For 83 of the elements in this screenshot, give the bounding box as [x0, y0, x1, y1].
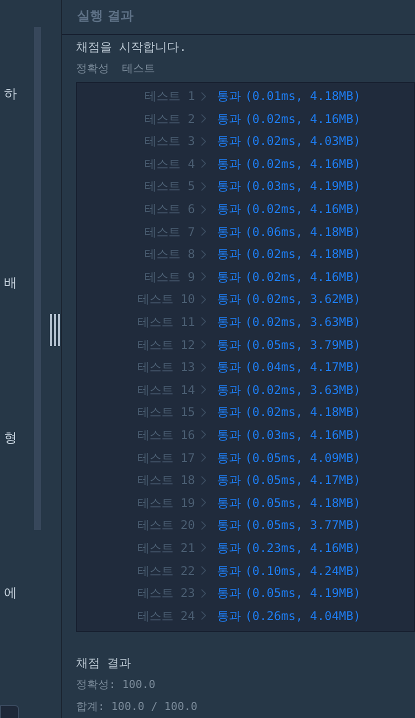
- chevron-right-icon: [201, 566, 206, 576]
- test-result: 통과: [217, 382, 241, 399]
- chevron-right-icon: [201, 204, 206, 214]
- chevron-right-icon: [201, 250, 206, 259]
- test-result: 통과: [217, 562, 241, 580]
- test-result: 통과: [217, 450, 241, 467]
- test-metrics: (0.05ms, 4.18MB): [245, 494, 361, 512]
- test-result: 통과: [217, 472, 241, 490]
- cut-off-text: 에: [4, 585, 17, 603]
- test-result: 통과: [217, 314, 241, 331]
- accuracy-score: 정확성: 100.0: [76, 677, 156, 693]
- chevron-right-icon: [201, 385, 206, 394]
- chevron-right-icon: [201, 159, 206, 168]
- test-result: 통과: [217, 246, 241, 264]
- test-metrics: (0.02ms, 4.16MB): [245, 201, 361, 218]
- cut-off-text: 하: [4, 86, 17, 104]
- test-metrics: (0.23ms, 4.16MB): [245, 540, 361, 557]
- test-result: 통과: [217, 201, 241, 218]
- test-metrics: (0.06ms, 4.18MB): [245, 224, 361, 241]
- test-result: 통과: [217, 110, 241, 128]
- test-metrics: (0.02ms, 4.16MB): [245, 110, 361, 128]
- chevron-right-icon: [201, 182, 206, 191]
- console-message: 채점을 시작합니다.: [76, 38, 188, 56]
- test-metrics: (0.02ms, 3.63MB): [245, 382, 361, 399]
- chevron-right-icon: [201, 430, 206, 440]
- test-metrics: (0.03ms, 4.16MB): [245, 426, 361, 444]
- test-metrics: (0.05ms, 4.09MB): [245, 450, 361, 467]
- test-result: 통과: [217, 336, 241, 354]
- test-result: 통과: [217, 404, 241, 422]
- test-metrics: (0.03ms, 4.19MB): [245, 178, 361, 196]
- test-result: 통과: [217, 133, 241, 150]
- chevron-right-icon: [201, 453, 206, 462]
- test-metrics: (0.05ms, 3.77MB): [245, 517, 361, 534]
- chevron-right-icon: [201, 114, 206, 124]
- chevron-right-icon: [201, 92, 206, 101]
- test-result: 통과: [217, 88, 241, 106]
- chevron-right-icon: [201, 136, 206, 146]
- chevron-right-icon: [201, 543, 206, 552]
- test-result: 통과: [217, 540, 241, 557]
- test-metrics: (0.02ms, 4.18MB): [245, 404, 361, 422]
- test-result: 통과: [217, 359, 241, 376]
- test-metrics: (0.04ms, 4.17MB): [245, 359, 361, 376]
- chevron-right-icon: [201, 227, 206, 236]
- summary-title: 채점 결과: [76, 655, 132, 672]
- chevron-right-icon: [201, 317, 206, 326]
- test-result: 통과: [217, 291, 241, 308]
- panel-title: 실행 결과: [77, 8, 134, 26]
- chevron-right-icon: [201, 408, 206, 417]
- test-result: 통과: [217, 178, 241, 196]
- test-metrics: (0.02ms, 4.16MB): [245, 156, 361, 173]
- test-result: 통과: [217, 517, 241, 534]
- chevron-right-icon: [201, 476, 206, 485]
- chevron-right-icon: [201, 498, 206, 508]
- test-metrics: (0.05ms, 4.17MB): [245, 472, 361, 490]
- chevron-right-icon: [201, 294, 206, 304]
- chevron-right-icon: [201, 340, 206, 350]
- cut-off-text: 형: [4, 430, 17, 448]
- chevron-right-icon: [201, 588, 206, 598]
- test-metrics: (0.02ms, 4.03MB): [245, 133, 361, 150]
- section-label: 정확성 테스트: [76, 60, 156, 77]
- resize-handle[interactable]: [50, 314, 60, 346]
- chevron-right-icon: [201, 362, 206, 372]
- test-result: 통과: [217, 608, 241, 625]
- test-result: 통과: [217, 156, 241, 173]
- test-metrics: (0.05ms, 3.79MB): [245, 336, 361, 354]
- test-metrics: (0.01ms, 4.18MB): [245, 88, 361, 106]
- test-metrics: (0.02ms, 4.18MB): [245, 246, 361, 264]
- chevron-right-icon: [201, 520, 206, 530]
- test-result: 통과: [217, 268, 241, 286]
- test-metrics: (0.26ms, 4.04MB): [245, 608, 361, 625]
- test-result: 통과: [217, 224, 241, 241]
- test-metrics: (0.02ms, 4.16MB): [245, 268, 361, 286]
- test-result: 통과: [217, 585, 241, 602]
- test-result: 통과: [217, 494, 241, 512]
- test-result: 통과: [217, 426, 241, 444]
- test-metrics: (0.02ms, 3.63MB): [245, 314, 361, 331]
- cut-off-text: 배: [4, 275, 17, 293]
- total-score: 합계: 100.0 / 100.0: [76, 699, 198, 715]
- test-metrics: (0.05ms, 4.19MB): [245, 585, 361, 602]
- test-metrics: (0.02ms, 3.62MB): [245, 291, 361, 308]
- chevron-right-icon: [201, 272, 206, 282]
- test-metrics: (0.10ms, 4.24MB): [245, 562, 361, 580]
- chevron-right-icon: [201, 611, 206, 620]
